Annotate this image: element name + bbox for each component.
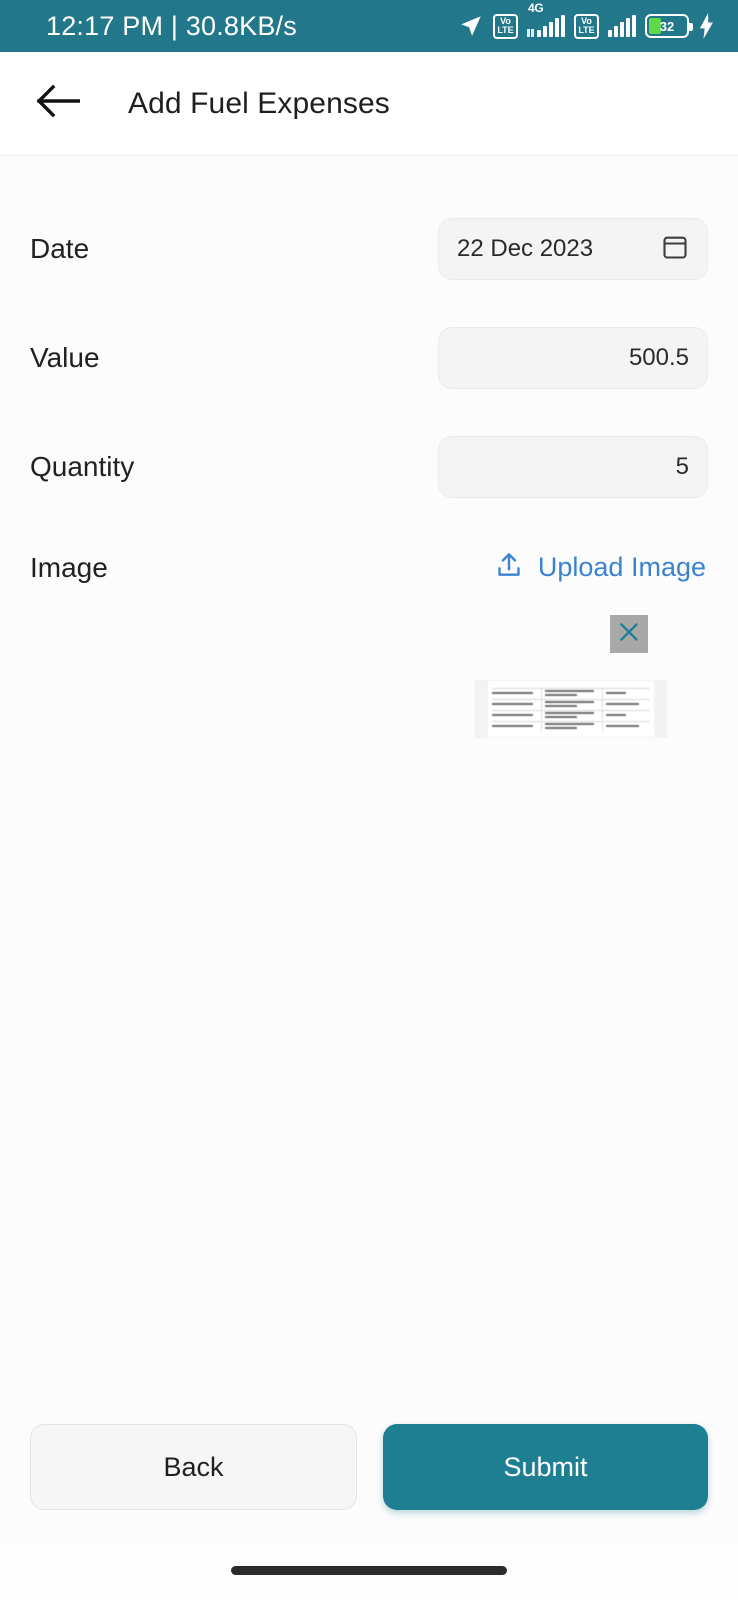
volte2-line-2: LTE [578, 25, 595, 35]
submit-button[interactable]: Submit [383, 1424, 708, 1510]
image-label: Image [30, 551, 108, 583]
form-content: Date 22 Dec 2023 Value 500.5 Quantity 5 … [0, 156, 738, 1600]
thumbnail-cell [602, 721, 650, 731]
thumbnail-cell [492, 700, 538, 709]
close-x-icon [616, 619, 642, 650]
form-row-date: Date 22 Dec 2023 [30, 218, 708, 280]
data-activity-icon [527, 29, 534, 37]
status-icons: Vo LTE 4G Vo LTE 32 [458, 1, 716, 39]
thumbnail-cell [541, 721, 599, 731]
back-action-button[interactable]: Back [30, 1424, 357, 1510]
quantity-input-text: 5 [675, 453, 689, 480]
value-input-text: 500.5 [628, 344, 689, 371]
thumbnail-cell [492, 689, 538, 698]
thumbnail-cell [492, 711, 538, 720]
network-type-label: 4G [528, 1, 544, 15]
status-bar: 12:17 PM | 30.8KB/s Vo LTE 4G Vo LTE 32 [0, 0, 738, 52]
status-clock: 12:17 PM | 30.8KB/s [46, 10, 297, 41]
thumbnail-row [492, 709, 650, 720]
action-bar: Back Submit [0, 1424, 738, 1510]
volte-line-2: LTE [497, 25, 514, 35]
thumbnail-cell [492, 722, 538, 731]
volte-icon-sim2: Vo LTE [574, 13, 599, 39]
calendar-icon[interactable] [661, 233, 689, 266]
app-bar: Add Fuel Expenses [0, 52, 738, 156]
navigation-bar [0, 1540, 738, 1600]
thumbnail-cell [602, 710, 650, 720]
home-gesture-pill[interactable] [231, 1565, 507, 1575]
volte-icon-sim1: Vo LTE [493, 13, 518, 39]
upload-image-button[interactable]: Upload Image [494, 550, 708, 585]
value-input[interactable]: 500.5 [438, 327, 708, 389]
back-button[interactable] [30, 76, 86, 132]
signal-group-sim1: 4G [527, 1, 565, 37]
signal-bars-sim2 [608, 15, 636, 37]
image-thumbnail[interactable] [476, 681, 666, 737]
upload-icon [494, 550, 524, 585]
thumbnail-row [492, 720, 650, 731]
thumbnail-row [492, 698, 650, 709]
app-screen: 12:17 PM | 30.8KB/s Vo LTE 4G Vo LTE 32 … [0, 0, 738, 1600]
value-label: Value [30, 342, 100, 373]
quantity-input[interactable]: 5 [438, 436, 708, 498]
battery-icon: 32 [645, 14, 693, 38]
quantity-label: Quantity [30, 451, 135, 482]
date-value: 22 Dec 2023 [457, 235, 594, 262]
form-row-value: Value 500.5 [30, 327, 708, 389]
battery-percent-label: 32 [659, 18, 675, 34]
upload-image-label: Upload Image [537, 552, 706, 582]
thumbnail-cell [541, 699, 599, 709]
thumbnail-cell [541, 710, 599, 720]
image-preview-area [30, 615, 708, 737]
form-row-quantity: Quantity 5 [30, 436, 708, 498]
date-input[interactable]: 22 Dec 2023 [438, 218, 708, 280]
date-label: Date [30, 233, 90, 264]
thumbnail-cell [602, 688, 650, 698]
signal-bars-sim1 [537, 15, 565, 37]
thumbnail-gutter [654, 681, 666, 737]
page-title: Add Fuel Expenses [128, 86, 390, 120]
remove-image-button[interactable] [610, 615, 648, 653]
arrow-left-icon [36, 84, 81, 123]
charging-bolt-icon [698, 13, 716, 39]
thumbnail-cell [541, 688, 599, 698]
form-row-image: Image Upload Image [30, 550, 708, 585]
thumbnail-gutter [476, 681, 488, 737]
thumbnail-table [488, 681, 654, 737]
location-arrow-icon [458, 13, 484, 39]
thumbnail-row [492, 687, 650, 698]
thumbnail-cell [602, 699, 650, 709]
